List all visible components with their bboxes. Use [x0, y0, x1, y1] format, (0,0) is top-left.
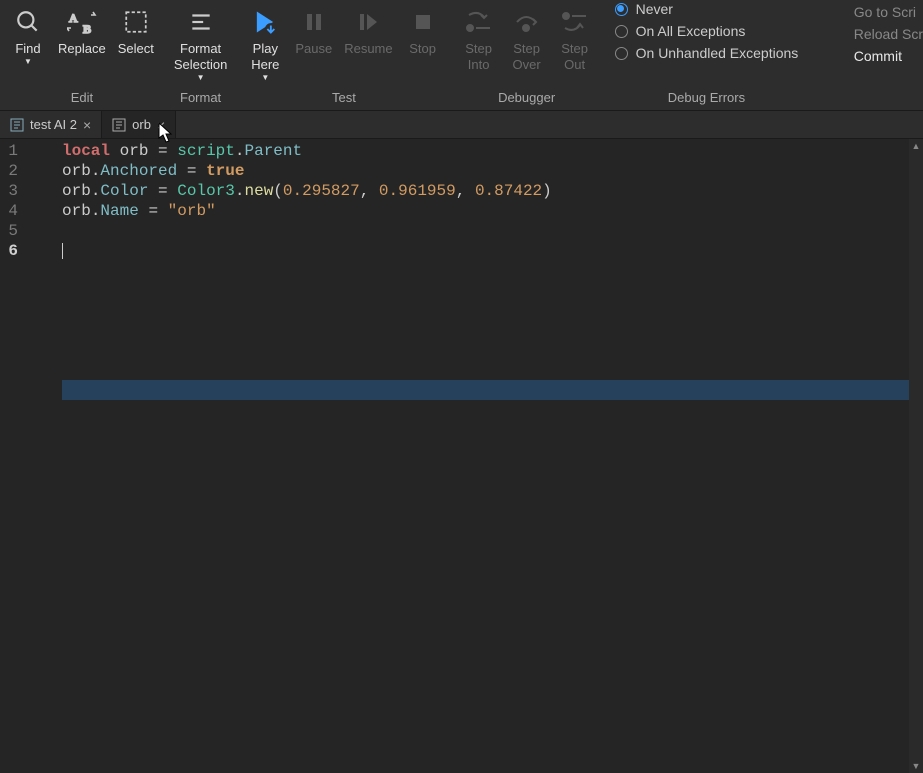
radio-never[interactable]: Never	[615, 1, 799, 17]
go-to-script-button[interactable]: Go to Scri	[854, 4, 923, 20]
svg-text:A: A	[69, 11, 78, 25]
step-out-button[interactable]: Step Out	[551, 3, 599, 75]
code-editor[interactable]: 123456 local orb = script.Parentorb.Anch…	[0, 139, 923, 773]
replace-button[interactable]: A B Replace	[52, 3, 112, 68]
line-number: 3	[4, 181, 18, 201]
editor-tabs: test AI 2 × orb ×	[0, 111, 923, 139]
format-selection-label: Format Selection	[174, 41, 227, 73]
stop-label: Stop	[409, 41, 436, 57]
code-line[interactable]	[62, 221, 923, 241]
select-label: Select	[118, 41, 154, 57]
step-into-label: Step Into	[465, 41, 492, 73]
dropdown-icon: ▼	[261, 74, 269, 82]
play-here-button[interactable]: Play Here ▼	[241, 3, 289, 84]
tab-label: test AI 2	[30, 117, 77, 132]
code-line[interactable]	[62, 241, 923, 261]
group-label-test: Test	[332, 86, 356, 110]
scroll-up-icon[interactable]: ▲	[909, 139, 923, 153]
line-number: 6	[4, 241, 18, 261]
line-number: 2	[4, 161, 18, 181]
close-icon[interactable]: ×	[157, 118, 165, 132]
ribbon-right-actions: Go to Scri Reload Scr Commit	[848, 0, 923, 110]
select-icon	[123, 6, 149, 38]
ribbon-group-debugger: Step Into Step Over Step Out Debugger	[451, 0, 603, 110]
radio-on-all-exceptions[interactable]: On All Exceptions	[615, 23, 799, 39]
ribbon-group-debug-errors: Never On All Exceptions On Unhandled Exc…	[603, 0, 811, 110]
radio-on-all-label: On All Exceptions	[636, 23, 746, 39]
text-caret	[62, 243, 63, 259]
ribbon-toolbar: Find ▼ A B Replace Select	[0, 0, 923, 111]
group-label-format: Format	[180, 86, 221, 110]
radio-on-unhandled-exceptions[interactable]: On Unhandled Exceptions	[615, 45, 799, 61]
pause-label: Pause	[295, 41, 332, 57]
radio-icon	[615, 25, 628, 38]
search-icon	[15, 6, 41, 38]
pause-icon	[302, 6, 326, 38]
stop-icon	[411, 6, 435, 38]
replace-label: Replace	[58, 41, 106, 57]
group-label-debugger: Debugger	[498, 86, 555, 110]
ribbon-group-edit: Find ▼ A B Replace Select	[0, 0, 164, 110]
step-into-button[interactable]: Step Into	[455, 3, 503, 75]
pause-button[interactable]: Pause	[289, 3, 338, 84]
resume-button[interactable]: Resume	[338, 3, 398, 84]
replace-icon: A B	[67, 6, 97, 38]
scroll-down-icon[interactable]: ▼	[909, 759, 923, 773]
dropdown-icon: ▼	[24, 58, 32, 66]
find-button[interactable]: Find ▼	[4, 3, 52, 68]
radio-on-unhandled-label: On Unhandled Exceptions	[636, 45, 799, 61]
format-selection-button[interactable]: Format Selection ▼	[168, 3, 233, 84]
step-into-icon	[466, 6, 492, 38]
select-button[interactable]: Select	[112, 3, 160, 68]
play-icon	[251, 6, 279, 38]
code-line[interactable]: local orb = script.Parent	[62, 141, 923, 161]
group-label-edit: Edit	[71, 86, 93, 110]
find-label: Find	[15, 41, 40, 57]
tab-orb[interactable]: orb ×	[102, 111, 176, 138]
step-over-icon	[514, 6, 540, 38]
radio-icon	[615, 47, 628, 60]
line-number: 5	[4, 221, 18, 241]
resume-icon	[356, 6, 380, 38]
line-number: 4	[4, 201, 18, 221]
step-over-label: Step Over	[513, 41, 541, 73]
code-line[interactable]: orb.Color = Color3.new(0.295827, 0.96195…	[62, 181, 923, 201]
code-line[interactable]: orb.Name = "orb"	[62, 201, 923, 221]
svg-text:B: B	[83, 22, 91, 35]
format-icon	[188, 6, 214, 38]
step-over-button[interactable]: Step Over	[503, 3, 551, 75]
tab-test-ai-2[interactable]: test AI 2 ×	[0, 111, 102, 138]
code-line[interactable]: orb.Anchored = true	[62, 161, 923, 181]
group-label-debug-errors: Debug Errors	[668, 86, 745, 110]
tab-label: orb	[132, 117, 151, 132]
play-here-label: Play Here	[251, 41, 279, 73]
dropdown-icon: ▼	[197, 74, 205, 82]
radio-icon	[615, 3, 628, 16]
vertical-scrollbar[interactable]: ▲ ▼	[909, 139, 923, 773]
commit-button[interactable]: Commit	[854, 48, 923, 64]
script-icon	[112, 118, 126, 132]
close-icon[interactable]: ×	[83, 118, 91, 132]
step-out-icon	[562, 6, 588, 38]
ribbon-group-format: Format Selection ▼ Format	[164, 0, 237, 110]
reload-script-button[interactable]: Reload Scr	[854, 26, 923, 42]
radio-never-label: Never	[636, 1, 673, 17]
code-area[interactable]: local orb = script.Parentorb.Anchored = …	[28, 139, 923, 773]
ribbon-group-test: Play Here ▼ Pause Resume Stop	[237, 0, 450, 110]
localscript-icon	[10, 118, 24, 132]
step-out-label: Step Out	[561, 41, 588, 73]
line-number: 1	[4, 141, 18, 161]
resume-label: Resume	[344, 41, 392, 57]
stop-button[interactable]: Stop	[399, 3, 447, 84]
line-gutter: 123456	[0, 139, 28, 773]
